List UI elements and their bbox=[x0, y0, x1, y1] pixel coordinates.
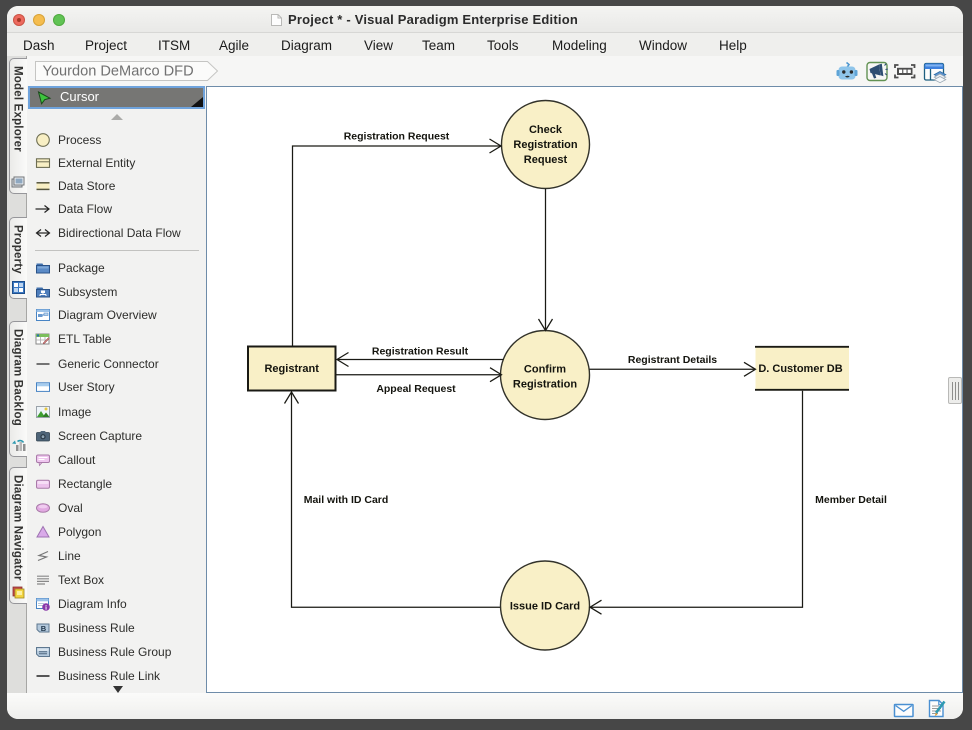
svg-text:Appeal Request: Appeal Request bbox=[376, 383, 456, 395]
svg-text:Check: Check bbox=[529, 124, 563, 136]
svg-text:Registration: Registration bbox=[513, 379, 577, 391]
svg-text:Registration Request: Registration Request bbox=[344, 131, 450, 143]
svg-text:Registration Result: Registration Result bbox=[372, 346, 469, 358]
svg-text:Mail with ID Card: Mail with ID Card bbox=[304, 494, 389, 506]
svg-text:Registrant Details: Registrant Details bbox=[628, 354, 717, 366]
svg-text:D. Customer DB: D. Customer DB bbox=[758, 363, 842, 375]
svg-text:i: i bbox=[45, 604, 47, 611]
svg-text:Confirm: Confirm bbox=[524, 364, 566, 376]
svg-text:Member Detail: Member Detail bbox=[815, 494, 887, 506]
svg-text:B: B bbox=[41, 624, 47, 633]
svg-text:Registration: Registration bbox=[513, 139, 577, 151]
svg-text:Registrant: Registrant bbox=[264, 363, 319, 375]
svg-text:Issue ID Card: Issue ID Card bbox=[510, 601, 580, 613]
svg-text:Yourdon DeMarco DFD: Yourdon DeMarco DFD bbox=[43, 64, 194, 80]
svg-text:Request: Request bbox=[524, 154, 568, 166]
